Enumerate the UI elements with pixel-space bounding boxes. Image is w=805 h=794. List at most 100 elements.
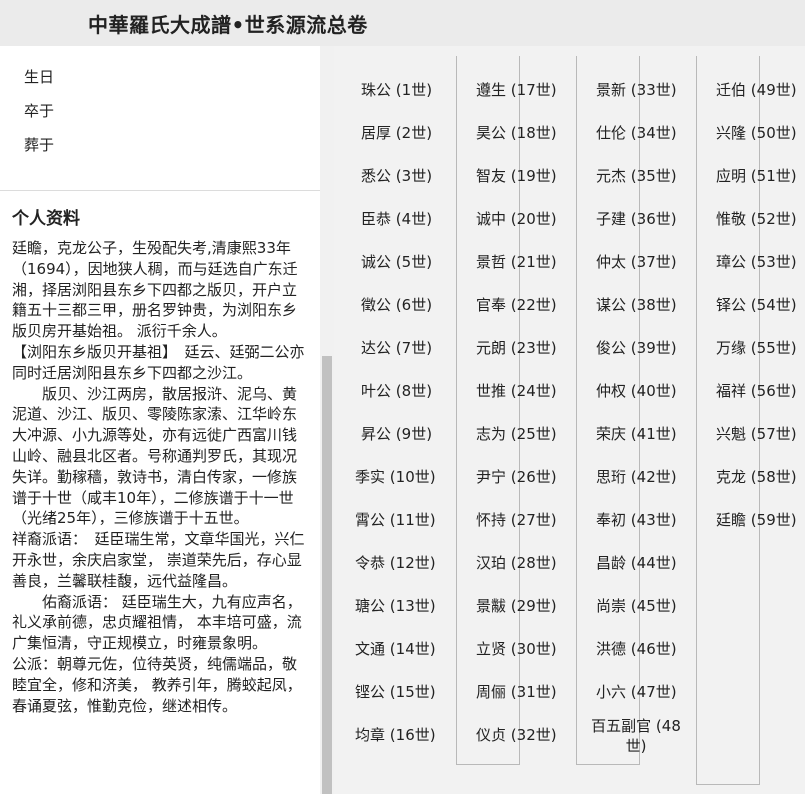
generation-number: (50世) — [750, 124, 797, 142]
generation-entry[interactable]: 景黻 (29世) — [476, 595, 557, 616]
death-label: 卒于 — [24, 102, 55, 120]
generation-entry[interactable]: 文通 (14世) — [355, 638, 436, 659]
generation-entry[interactable]: 霄公 (11世) — [355, 509, 436, 530]
generation-entry[interactable]: 诚公 (5世) — [361, 251, 432, 272]
generation-entry[interactable]: 诚中 (20世) — [476, 208, 557, 229]
generation-number: (18世) — [510, 124, 557, 142]
generation-number: (23世) — [510, 339, 557, 357]
generation-number: (58世) — [750, 468, 797, 486]
generation-number: (35世) — [630, 167, 677, 185]
ancestor-name: 昇公 — [361, 425, 392, 443]
generation-entry[interactable]: 悉公 (3世) — [361, 165, 432, 186]
generation-entry[interactable]: 令恭 (12世) — [355, 552, 436, 573]
generation-entry[interactable]: 克龙 (58世) — [716, 466, 797, 487]
generation-number: (59世) — [750, 511, 797, 529]
generation-number: (3世) — [395, 167, 433, 185]
generation-entry[interactable]: 达公 (7世) — [361, 337, 432, 358]
generation-entry[interactable]: 徵公 (6世) — [361, 294, 432, 315]
generation-entry[interactable]: 元杰 (35世) — [596, 165, 677, 186]
generation-entry[interactable]: 仕伦 (34世) — [596, 122, 677, 143]
ancestor-name: 怀持 — [476, 511, 507, 529]
generation-entry[interactable]: 铎公 (54世) — [716, 294, 797, 315]
generation-number: (37世) — [630, 253, 677, 271]
generation-entry[interactable]: 世推 (24世) — [476, 380, 557, 401]
ancestor-name: 仲权 — [596, 382, 627, 400]
generation-entry[interactable]: 洪德 (46世) — [596, 638, 677, 659]
left-scrollbar-thumb[interactable] — [322, 356, 332, 794]
generation-entry[interactable]: 居厚 (2世) — [361, 122, 432, 143]
ancestor-name: 兴魁 — [716, 425, 747, 443]
generation-entry[interactable]: 惟敬 (52世) — [716, 208, 797, 229]
generation-entry[interactable]: 珠公 (1世) — [361, 79, 432, 100]
generation-entry[interactable]: 景哲 (21世) — [476, 251, 557, 272]
ancestor-name: 百五副官 — [591, 717, 652, 735]
generation-entry[interactable]: 百五副官 (48世) — [586, 716, 686, 756]
generation-number: (16世) — [389, 726, 436, 744]
generation-entry[interactable]: 叶公 (8世) — [361, 380, 432, 401]
ancestor-name: 谋公 — [596, 296, 627, 314]
ancestor-name: 思珩 — [596, 468, 627, 486]
ancestor-name: 周俪 — [476, 683, 507, 701]
generation-entry[interactable]: 尹宁 (26世) — [476, 466, 557, 487]
generation-entry[interactable]: 臣恭 (4世) — [361, 208, 432, 229]
ancestor-name: 瑭公 — [355, 597, 386, 615]
ancestor-name: 居厚 — [361, 124, 392, 142]
generation-entry[interactable]: 思珩 (42世) — [596, 466, 677, 487]
generation-entry[interactable]: 兴隆 (50世) — [716, 122, 797, 143]
generation-entry[interactable]: 廷瞻 (59世) — [716, 509, 797, 530]
ancestor-name: 志为 — [476, 425, 507, 443]
ancestor-name: 小六 — [596, 683, 627, 701]
generation-entry[interactable]: 瑭公 (13世) — [355, 595, 436, 616]
generation-entry[interactable]: 景新 (33世) — [596, 79, 677, 100]
generation-entry[interactable]: 谋公 (38世) — [596, 294, 677, 315]
generation-entry[interactable]: 汉珀 (28世) — [476, 552, 557, 573]
ancestor-name: 悉公 — [361, 167, 392, 185]
ancestor-name: 官奉 — [476, 296, 507, 314]
generation-entry[interactable]: 福祥 (56世) — [716, 380, 797, 401]
generation-entry[interactable]: 迁伯 (49世) — [716, 79, 797, 100]
generation-number: (21世) — [510, 253, 557, 271]
generation-number: (26世) — [510, 468, 557, 486]
generation-entry[interactable]: 奉初 (43世) — [596, 509, 677, 530]
generation-entry[interactable]: 子建 (36世) — [596, 208, 677, 229]
burial-label: 葬于 — [24, 136, 55, 154]
generation-entry[interactable]: 立贤 (30世) — [476, 638, 557, 659]
generation-entry[interactable]: 昊公 (18世) — [476, 122, 557, 143]
ancestor-name: 廷瞻 — [716, 511, 747, 529]
generation-entry[interactable]: 尚崇 (45世) — [596, 595, 677, 616]
generation-entry[interactable]: 仪贞 (32世) — [476, 724, 557, 745]
generation-entry[interactable]: 季实 (10世) — [355, 466, 436, 487]
generation-entry[interactable]: 兴魁 (57世) — [716, 423, 797, 444]
generation-entry[interactable]: 应明 (51世) — [716, 165, 797, 186]
generation-entry[interactable]: 铿公 (15世) — [355, 681, 436, 702]
lineage-panel: 珠公 (1世) 居厚 (2世) 悉公 (3世) 臣恭 (4世) 诚公 (5世) 徵公 (6… — [334, 46, 805, 794]
generation-entry[interactable]: 智友 (19世) — [476, 165, 557, 186]
generation-entry[interactable]: 志为 (25世) — [476, 423, 557, 444]
generation-entry[interactable]: 官奉 (22世) — [476, 294, 557, 315]
ancestor-name: 尹宁 — [476, 468, 507, 486]
generation-number: (12世) — [389, 554, 436, 572]
generation-entry[interactable]: 俊公 (39世) — [596, 337, 677, 358]
generation-entry[interactable]: 荣庆 (41世) — [596, 423, 677, 444]
ancestor-name: 洪德 — [596, 640, 627, 658]
ancestor-name: 季实 — [355, 468, 386, 486]
generation-number: (8世) — [395, 382, 433, 400]
generation-number: (20世) — [510, 210, 557, 228]
generation-entry[interactable]: 万缘 (55世) — [716, 337, 797, 358]
generation-entry[interactable]: 昇公 (9世) — [361, 423, 432, 444]
generation-entry[interactable]: 元朗 (23世) — [476, 337, 557, 358]
generation-entry[interactable]: 璋公 (53世) — [716, 251, 797, 272]
ancestor-name: 兴隆 — [716, 124, 747, 142]
generation-entry[interactable]: 仲权 (40世) — [596, 380, 677, 401]
clipped-row — [24, 46, 144, 48]
generation-entry[interactable]: 昌龄 (44世) — [596, 552, 677, 573]
generation-entry[interactable]: 小六 (47世) — [596, 681, 677, 702]
generation-number: (10世) — [389, 468, 436, 486]
generation-entry[interactable]: 遵生 (17世) — [476, 79, 557, 100]
generation-entry[interactable]: 均章 (16世) — [355, 724, 436, 745]
generation-number: (25世) — [510, 425, 557, 443]
generation-entry[interactable]: 怀持 (27世) — [476, 509, 557, 530]
ancestor-name: 昌龄 — [596, 554, 627, 572]
generation-entry[interactable]: 周俪 (31世) — [476, 681, 557, 702]
generation-entry[interactable]: 仲太 (37世) — [596, 251, 677, 272]
